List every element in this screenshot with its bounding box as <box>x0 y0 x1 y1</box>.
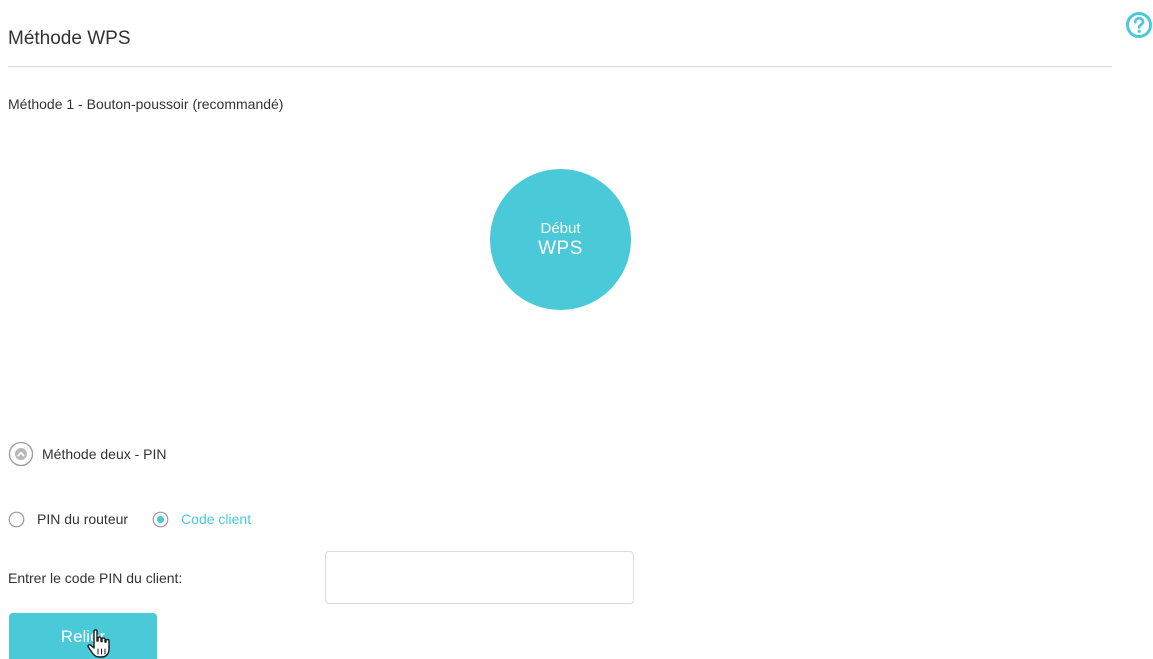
radio-router-pin[interactable]: PIN du routeur <box>8 511 128 528</box>
radio-client-code-label: Code client <box>181 511 252 527</box>
client-pin-label: Entrer le code PIN du client: <box>8 570 183 586</box>
connect-button[interactable]: Relier <box>9 613 157 659</box>
start-wps-button[interactable]: Début WPS <box>490 169 631 310</box>
method2-toggle[interactable]: Méthode deux - PIN <box>8 440 167 468</box>
help-icon[interactable] <box>1125 11 1153 39</box>
method2-label: Méthode deux - PIN <box>42 446 167 462</box>
method1-label: Méthode 1 - Bouton-poussoir (recommandé) <box>8 96 284 112</box>
client-pin-input[interactable] <box>325 551 634 604</box>
wps-button-label-line2: WPS <box>538 238 583 259</box>
chevron-up-circle-icon[interactable] <box>8 441 34 467</box>
title-divider <box>8 66 1112 67</box>
radio-unchecked-icon[interactable] <box>8 511 25 528</box>
page-title: Méthode WPS <box>8 28 131 49</box>
radio-client-code[interactable]: Code client <box>152 511 251 528</box>
pin-type-radio-group: PIN du routeur Code client <box>8 508 251 530</box>
radio-router-pin-label: PIN du routeur <box>37 511 129 527</box>
radio-checked-icon[interactable] <box>152 511 169 528</box>
wps-button-label-line1: Début <box>540 220 581 237</box>
